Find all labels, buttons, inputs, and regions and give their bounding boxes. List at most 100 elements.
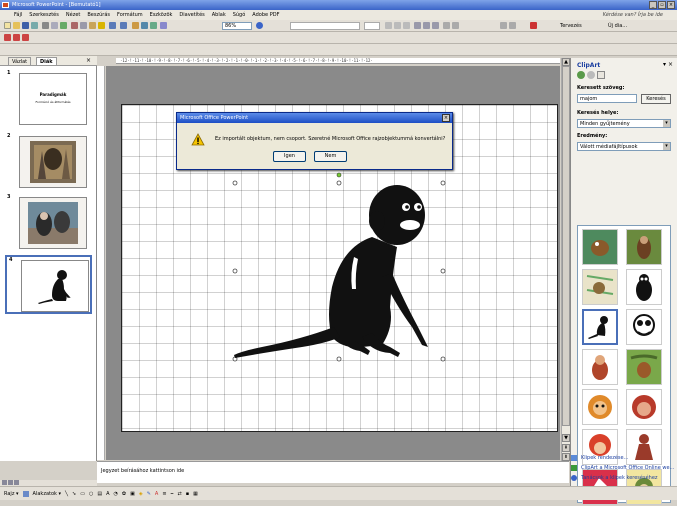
menu-file[interactable]: Fájl xyxy=(14,12,22,18)
clipart-result-item[interactable] xyxy=(582,389,618,425)
scroll-up-button[interactable]: ▲ xyxy=(562,58,570,66)
forward-icon[interactable] xyxy=(587,71,595,79)
slide-thumbnail-2[interactable]: 2 xyxy=(5,133,92,192)
undo-icon[interactable] xyxy=(109,22,116,29)
underline-icon[interactable] xyxy=(403,22,410,29)
close-pane-icon[interactable]: × xyxy=(86,57,91,64)
new-icon[interactable] xyxy=(4,22,11,29)
line-icon[interactable]: ╲ xyxy=(65,491,68,497)
location-select[interactable]: Minden gyűjtemény ▾ xyxy=(577,119,671,128)
monkey-clipart-image[interactable] xyxy=(222,177,462,363)
format-painter-icon[interactable] xyxy=(98,22,105,29)
clipart-result-item[interactable] xyxy=(582,349,618,385)
rectangle-icon[interactable]: ▭ xyxy=(80,491,85,497)
clipart-results-grid[interactable] xyxy=(577,225,671,505)
paste-icon[interactable] xyxy=(89,22,96,29)
notes-pane[interactable]: Jegyzet beírásához kattintson ide xyxy=(97,461,569,483)
clipart-result-item[interactable] xyxy=(582,229,618,265)
clipart-result-selected[interactable] xyxy=(582,309,618,345)
clipart-icon[interactable]: ✿ xyxy=(122,491,126,497)
align-right-icon[interactable] xyxy=(432,22,439,29)
italic-icon[interactable] xyxy=(394,22,401,29)
slide-thumbnail-4[interactable]: 4 xyxy=(5,255,92,314)
powerpoint-app-icon[interactable] xyxy=(2,2,9,8)
line-color-icon[interactable]: ✎ xyxy=(147,491,151,497)
tables-borders-icon[interactable] xyxy=(150,22,157,29)
close-window-button[interactable]: × xyxy=(667,1,675,9)
clipart-result-item[interactable] xyxy=(626,349,662,385)
save-icon[interactable] xyxy=(22,22,29,29)
clipart-result-item[interactable] xyxy=(626,309,662,345)
bold-icon[interactable] xyxy=(385,22,392,29)
font-name-box[interactable] xyxy=(290,22,360,30)
next-slide-button[interactable]: ⇟ xyxy=(562,453,570,461)
home-icon[interactable] xyxy=(597,71,605,79)
yes-button[interactable]: Igen xyxy=(273,151,306,162)
clipart-result-item[interactable] xyxy=(582,269,618,305)
task-pane-close-icon[interactable]: ▾ × xyxy=(663,61,673,68)
chevron-down-icon[interactable]: ▾ xyxy=(663,143,670,150)
permission-icon[interactable] xyxy=(31,22,38,29)
numbering-icon[interactable] xyxy=(443,22,450,29)
menu-format[interactable]: Formátum xyxy=(117,12,143,18)
zoom-select[interactable]: 86% xyxy=(222,22,252,30)
help-search-box[interactable]: Kérdése van? Írja be ide xyxy=(603,12,663,18)
back-icon[interactable] xyxy=(577,71,585,79)
draw-menu[interactable]: Rajz ▾ xyxy=(4,491,19,497)
clipart-result-item[interactable] xyxy=(626,429,662,465)
restore-button[interactable]: ▫ xyxy=(658,1,666,9)
tab-slides[interactable]: Diák xyxy=(36,57,57,66)
open-icon[interactable] xyxy=(13,22,20,29)
diagram-icon[interactable]: ◔ xyxy=(114,491,118,497)
previous-slide-button[interactable]: ⇞ xyxy=(562,444,570,452)
search-tips-link[interactable]: Tanácsok a klipek kereséséhez xyxy=(581,475,658,481)
clipart-online-link[interactable]: ClipArt a Microsoft Office Online we... xyxy=(581,465,674,471)
menu-slideshow[interactable]: Diavetítés xyxy=(179,12,204,18)
picture-icon[interactable]: ▣ xyxy=(130,491,135,497)
center-icon[interactable] xyxy=(423,22,430,29)
font-size-box[interactable] xyxy=(364,22,380,30)
spelling-icon[interactable] xyxy=(60,22,67,29)
search-input[interactable]: majom xyxy=(577,94,637,103)
vertical-scrollbar[interactable]: ▲ ▼ ⇞ ⇟ xyxy=(561,58,570,461)
pdf-email-icon[interactable] xyxy=(13,34,20,41)
minimize-button[interactable]: _ xyxy=(649,1,657,9)
menu-insert[interactable]: Beszúrás xyxy=(87,12,110,18)
pdf-convert-icon[interactable] xyxy=(4,34,11,41)
textbox-icon[interactable]: ▤ xyxy=(97,491,102,497)
menu-help[interactable]: Súgó xyxy=(233,12,246,18)
pdf-review-icon[interactable] xyxy=(22,34,29,41)
shadow-icon[interactable]: ▪ xyxy=(186,491,189,497)
3d-icon[interactable]: ▦ xyxy=(193,491,198,497)
line-style-icon[interactable]: ≡ xyxy=(162,491,166,497)
insert-table-icon[interactable] xyxy=(141,22,148,29)
clipart-result-item[interactable] xyxy=(626,269,662,305)
expand-all-icon[interactable] xyxy=(160,22,167,29)
wordart-icon[interactable]: A xyxy=(106,491,109,497)
font-color-icon[interactable] xyxy=(530,22,537,29)
menu-window[interactable]: Ablak xyxy=(212,12,226,18)
slide-thumbnail-3[interactable]: 3 xyxy=(5,194,92,253)
slide-sorter-icon[interactable] xyxy=(8,480,13,485)
normal-view-icon[interactable] xyxy=(2,480,7,485)
scroll-thumb[interactable] xyxy=(562,66,570,426)
bullets-icon[interactable] xyxy=(452,22,459,29)
clipart-result-item[interactable] xyxy=(626,229,662,265)
slide-thumbnail-1[interactable]: 1 Paradigmák Formáció és átformálás xyxy=(5,70,92,129)
increase-font-icon[interactable] xyxy=(500,22,507,29)
design-button[interactable]: Tervezés xyxy=(560,22,604,30)
help-icon[interactable] xyxy=(256,22,263,29)
search-button[interactable]: Keresés xyxy=(641,94,671,104)
menu-adobe-pdf[interactable]: Adobe PDF xyxy=(252,12,279,18)
redo-icon[interactable] xyxy=(120,22,127,29)
scroll-down-button[interactable]: ▼ xyxy=(562,434,570,442)
oval-icon[interactable]: ○ xyxy=(89,491,93,497)
dialog-close-button[interactable]: × xyxy=(442,114,450,122)
no-button[interactable]: Nem xyxy=(314,151,347,162)
menu-view[interactable]: Nézet xyxy=(66,12,80,18)
fill-color-icon[interactable]: ◈ xyxy=(139,491,143,497)
copy-icon[interactable] xyxy=(80,22,87,29)
dash-style-icon[interactable]: ┅ xyxy=(171,491,174,497)
slideshow-view-icon[interactable] xyxy=(14,480,19,485)
print-icon[interactable] xyxy=(42,22,49,29)
